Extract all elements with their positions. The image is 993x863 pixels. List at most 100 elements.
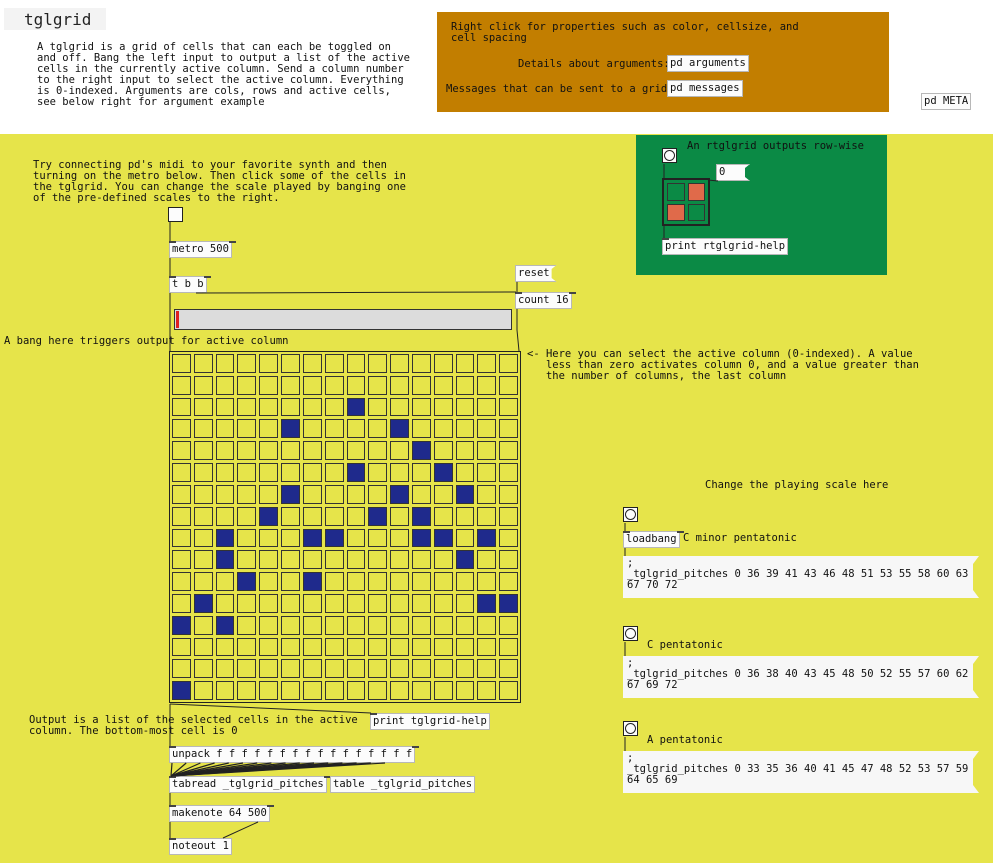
grid-cell[interactable]	[455, 550, 475, 570]
grid-cell[interactable]	[302, 572, 322, 591]
grid-cell[interactable]	[237, 463, 257, 482]
grid-cell[interactable]	[324, 484, 344, 504]
grid-cell[interactable]	[477, 528, 497, 548]
grid-cell[interactable]	[346, 419, 366, 439]
grid-cell[interactable]	[302, 593, 322, 613]
print-tglgrid-object[interactable]: print tglgrid-help	[370, 713, 490, 730]
grid-cell[interactable]	[172, 354, 191, 373]
grid-cell[interactable]	[390, 659, 409, 679]
grid-cell[interactable]	[172, 572, 191, 591]
grid-cell[interactable]	[302, 397, 322, 417]
grid-cell[interactable]	[455, 397, 475, 417]
grid-cell[interactable]	[499, 354, 518, 373]
grid-cell[interactable]	[499, 528, 518, 548]
grid-cell[interactable]	[346, 593, 366, 613]
grid-cell[interactable]	[302, 615, 322, 635]
grid-cell[interactable]	[368, 528, 388, 548]
grid-cell[interactable]	[455, 593, 475, 613]
scale-bang-2[interactable]	[623, 721, 638, 736]
grid-cell[interactable]	[215, 354, 235, 373]
grid-cell[interactable]	[215, 615, 235, 635]
grid-cell[interactable]	[390, 681, 409, 700]
grid-cell[interactable]	[477, 593, 497, 613]
grid-cell[interactable]	[281, 615, 300, 635]
grid-cell[interactable]	[259, 637, 279, 657]
grid-cell[interactable]	[477, 419, 497, 439]
grid-cell[interactable]	[390, 397, 409, 417]
rtgl-cell[interactable]	[667, 183, 685, 201]
grid-cell[interactable]	[368, 463, 388, 482]
grid-cell[interactable]	[302, 419, 322, 439]
grid-cell[interactable]	[237, 659, 257, 679]
grid-cell[interactable]	[172, 550, 191, 570]
grid-cell[interactable]	[215, 397, 235, 417]
grid-cell[interactable]	[346, 572, 366, 591]
grid-cell[interactable]	[499, 681, 518, 700]
grid-cell[interactable]	[302, 528, 322, 548]
grid-cell[interactable]	[215, 441, 235, 461]
scale-message-1[interactable]: ; _tglgrid_pitches 0 36 38 40 43 45 48 5…	[623, 656, 979, 698]
grid-cell[interactable]	[259, 354, 279, 373]
reset-message[interactable]: reset	[515, 265, 557, 282]
grid-cell[interactable]	[259, 681, 279, 700]
grid-cell[interactable]	[281, 637, 300, 657]
grid-cell[interactable]	[237, 528, 257, 548]
grid-cell[interactable]	[499, 615, 518, 635]
grid-cell[interactable]	[324, 441, 344, 461]
grid-cell[interactable]	[346, 550, 366, 570]
grid-cell[interactable]	[346, 484, 366, 504]
grid-cell[interactable]	[368, 354, 388, 373]
rtgl-cell[interactable]	[667, 203, 685, 221]
grid-cell[interactable]	[433, 593, 453, 613]
grid-cell[interactable]	[237, 375, 257, 395]
grid-cell[interactable]	[390, 463, 409, 482]
grid-cell[interactable]	[302, 354, 322, 373]
noteout-object[interactable]: noteout 1	[169, 838, 232, 855]
grid-cell[interactable]	[215, 637, 235, 657]
grid-cell[interactable]	[477, 463, 497, 482]
grid-cell[interactable]	[302, 550, 322, 570]
grid-cell[interactable]	[477, 572, 497, 591]
grid-cell[interactable]	[172, 463, 191, 482]
grid-cell[interactable]	[433, 506, 453, 526]
grid-cell[interactable]	[455, 354, 475, 373]
grid-cell[interactable]	[455, 506, 475, 526]
grid-cell[interactable]	[172, 375, 191, 395]
column-slider[interactable]	[174, 309, 512, 330]
grid-cell[interactable]	[411, 441, 431, 461]
grid-cell[interactable]	[455, 463, 475, 482]
grid-cell[interactable]	[237, 615, 257, 635]
grid-cell[interactable]	[411, 419, 431, 439]
scale-message-2[interactable]: ; _tglgrid_pitches 0 33 35 36 40 41 45 4…	[623, 751, 979, 793]
grid-cell[interactable]	[346, 659, 366, 679]
grid-cell[interactable]	[302, 506, 322, 526]
grid-cell[interactable]	[368, 441, 388, 461]
grid-cell[interactable]	[193, 506, 213, 526]
grid-cell[interactable]	[302, 484, 322, 504]
grid-cell[interactable]	[237, 441, 257, 461]
grid-cell[interactable]	[237, 550, 257, 570]
rtglgrid-widget[interactable]	[662, 178, 710, 226]
grid-cell[interactable]	[346, 681, 366, 700]
grid-cell[interactable]	[193, 397, 213, 417]
grid-cell[interactable]	[259, 441, 279, 461]
grid-cell[interactable]	[324, 637, 344, 657]
grid-cell[interactable]	[193, 419, 213, 439]
slider-knob[interactable]	[176, 311, 179, 328]
grid-cell[interactable]	[477, 550, 497, 570]
pd-messages-subpatch[interactable]: pd messages	[667, 80, 743, 97]
grid-cell[interactable]	[259, 593, 279, 613]
grid-cell[interactable]	[237, 419, 257, 439]
grid-cell[interactable]	[281, 550, 300, 570]
grid-cell[interactable]	[411, 484, 431, 504]
grid-cell[interactable]	[390, 550, 409, 570]
grid-cell[interactable]	[172, 528, 191, 548]
grid-cell[interactable]	[215, 593, 235, 613]
rtgl-cell[interactable]	[687, 203, 705, 221]
grid-cell[interactable]	[499, 593, 518, 613]
grid-cell[interactable]	[390, 615, 409, 635]
grid-cell[interactable]	[433, 637, 453, 657]
grid-cell[interactable]	[259, 419, 279, 439]
grid-cell[interactable]	[324, 681, 344, 700]
grid-cell[interactable]	[172, 419, 191, 439]
